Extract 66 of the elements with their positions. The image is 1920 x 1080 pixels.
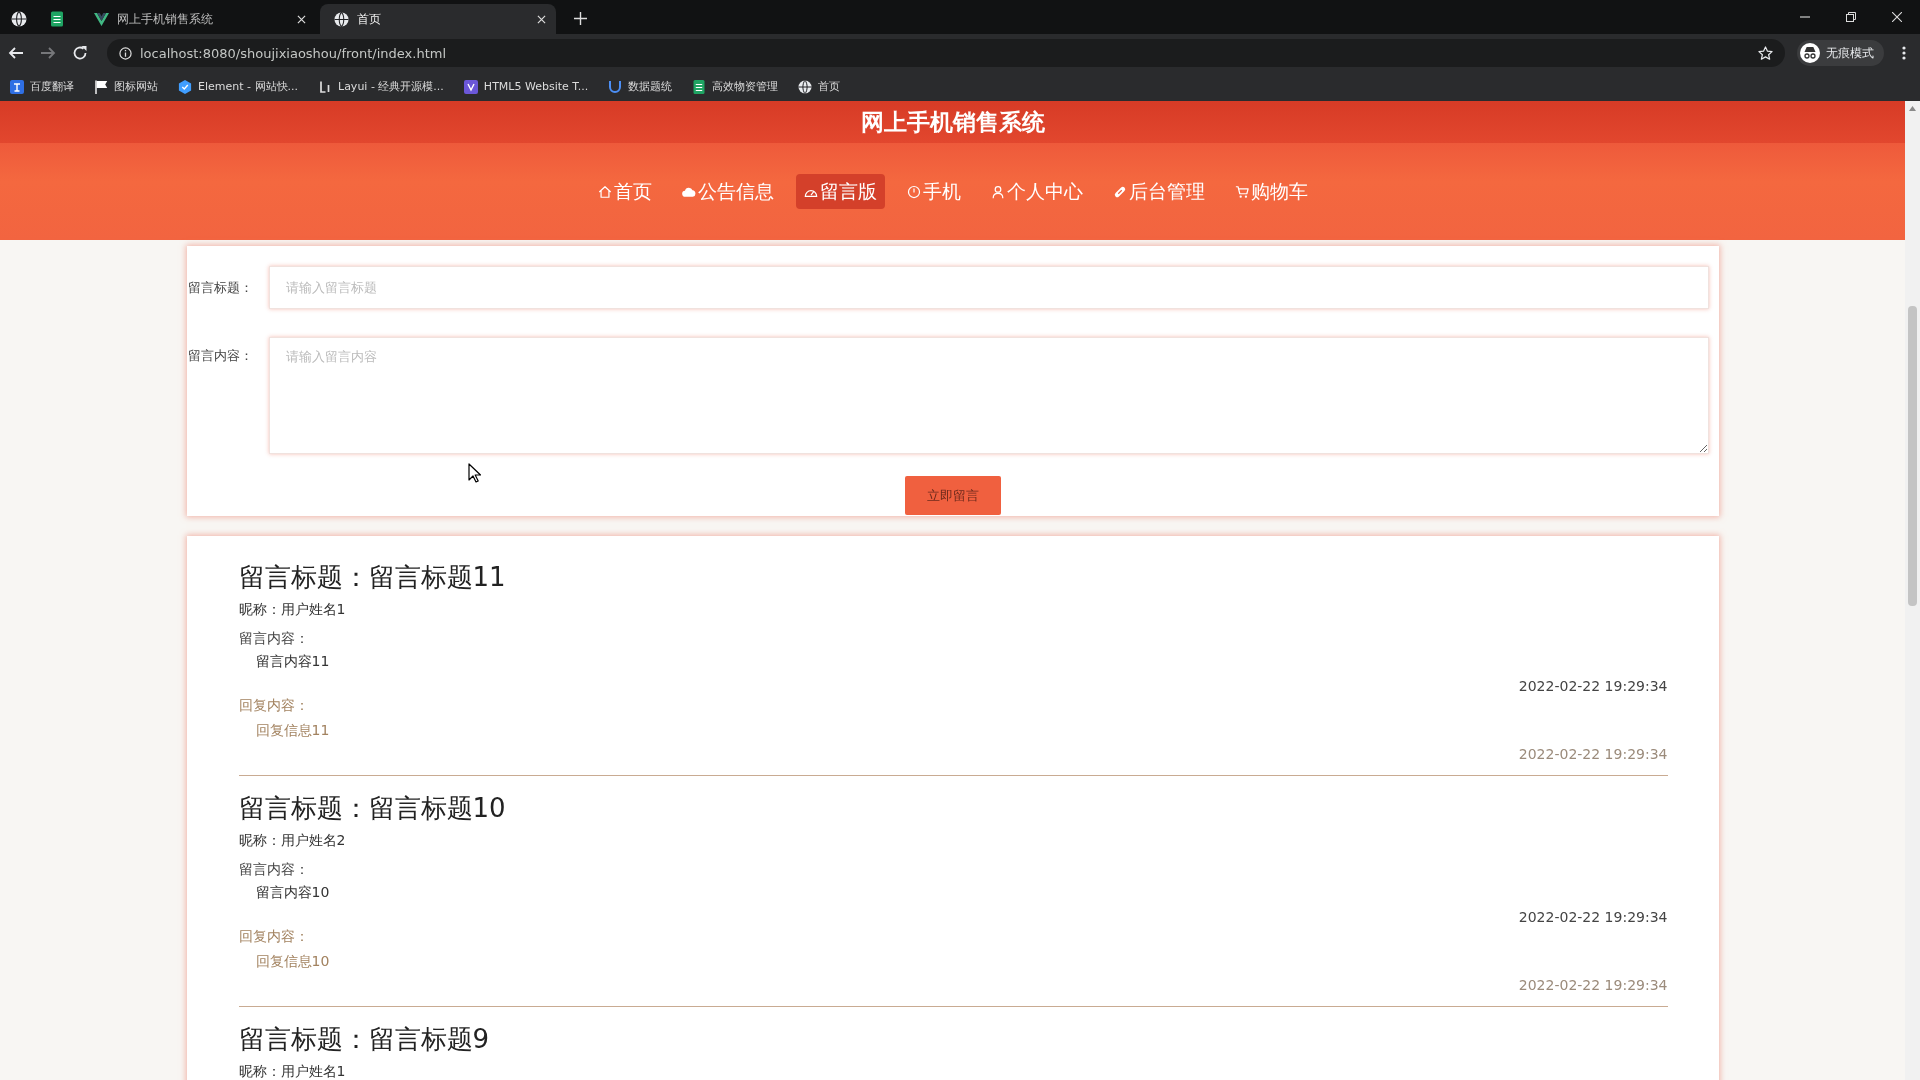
- reply-label: 回复内容：: [238, 927, 309, 945]
- bookmark-item[interactable]: Element - 网站快...: [178, 79, 298, 94]
- globe-icon: [334, 11, 349, 27]
- cart-icon: [1234, 184, 1249, 199]
- menu-icon[interactable]: [1902, 46, 1906, 60]
- address-field[interactable]: localhost:8080/shoujixiaoshou/front/index.html: [107, 39, 1785, 67]
- message-title: 留言标题：留言标题10: [238, 792, 506, 825]
- content-textarea[interactable]: 请输入留言内容: [268, 337, 1709, 454]
- bookmark-item[interactable]: 图标网站: [94, 79, 158, 94]
- bookmark-item[interactable]: 高效物资管理: [692, 79, 779, 94]
- message-content: 留言内容10: [255, 883, 330, 901]
- content-label: 留言内容：: [238, 860, 309, 878]
- cursor-icon: [468, 463, 481, 483]
- new-tab-icon[interactable]: [574, 12, 587, 25]
- sheet-icon: [692, 79, 707, 94]
- message-title: 留言标题：留言标题9: [238, 1023, 490, 1056]
- message-title: 留言标题：留言标题11: [238, 561, 506, 594]
- bars-icon: [318, 79, 332, 94]
- flag-icon: [94, 79, 108, 94]
- bookmark-item[interactable]: 首页: [798, 79, 841, 94]
- browser-tab[interactable]: 网上手机销售系统: [80, 4, 316, 34]
- bookmark-item[interactable]: Layui - 经典开源模...: [318, 79, 444, 94]
- back-icon[interactable]: [8, 45, 24, 61]
- star-icon[interactable]: [1758, 45, 1773, 61]
- globe-icon[interactable]: [11, 11, 27, 27]
- message-time: 2022-02-22 19:29:34: [1518, 677, 1668, 695]
- close-icon[interactable]: [537, 14, 546, 24]
- nav-tab[interactable]: 留言版: [795, 174, 885, 209]
- house-icon: [597, 184, 612, 199]
- power-icon: [906, 184, 921, 199]
- nickname-text: 昵称：用户姓名1: [238, 1062, 346, 1080]
- bookmark-item[interactable]: 数据题统: [608, 79, 673, 94]
- field-label: 留言内容：: [187, 347, 254, 365]
- reply-content: 回复信息10: [255, 952, 330, 970]
- message-time: 2022-02-22 19:29:34: [1518, 908, 1668, 926]
- nickname-text: 昵称：用户姓名1: [238, 600, 346, 618]
- reply-label: 回复内容：: [238, 696, 309, 714]
- hexagon-icon: [178, 79, 192, 94]
- restore-icon[interactable]: [1846, 12, 1856, 22]
- cup-icon: [608, 79, 623, 94]
- nickname-text: 昵称：用户姓名2: [238, 831, 346, 849]
- person-icon: [990, 184, 1005, 199]
- reply-content: 回复信息11: [255, 721, 330, 739]
- message-content: 留言内容11: [255, 652, 330, 670]
- info-icon[interactable]: [119, 46, 132, 60]
- site-title: 网上手机销售系统: [860, 107, 1045, 137]
- browser-tab[interactable]: 首页: [320, 4, 556, 34]
- reload-icon[interactable]: [72, 45, 88, 61]
- bookmark-item[interactable]: 百度翻译: [10, 79, 74, 94]
- scroll-up-icon[interactable]: [1909, 106, 1916, 111]
- reply-time: 2022-02-22 19:29:34: [1518, 976, 1668, 994]
- close-icon[interactable]: [297, 14, 306, 24]
- tile-icon: [10, 79, 24, 94]
- sheet-icon[interactable]: [49, 11, 65, 27]
- tile-icon: [463, 79, 478, 94]
- globe-icon: [798, 79, 813, 94]
- field-label: 留言标题：: [187, 278, 254, 297]
- content-label: 留言内容：: [238, 629, 309, 647]
- incognito-icon: [1800, 43, 1820, 63]
- bookmark-item[interactable]: HTML5 Website T...: [463, 79, 589, 94]
- v-shape-icon: [94, 11, 109, 27]
- profile-button[interactable]: 无痕模式: [1797, 40, 1884, 66]
- close-icon[interactable]: [1892, 12, 1902, 22]
- title-input[interactable]: 请输入留言标题: [268, 266, 1709, 309]
- scrollbar-thumb[interactable]: [1908, 306, 1917, 606]
- reply-time: 2022-02-22 19:29:34: [1518, 745, 1668, 763]
